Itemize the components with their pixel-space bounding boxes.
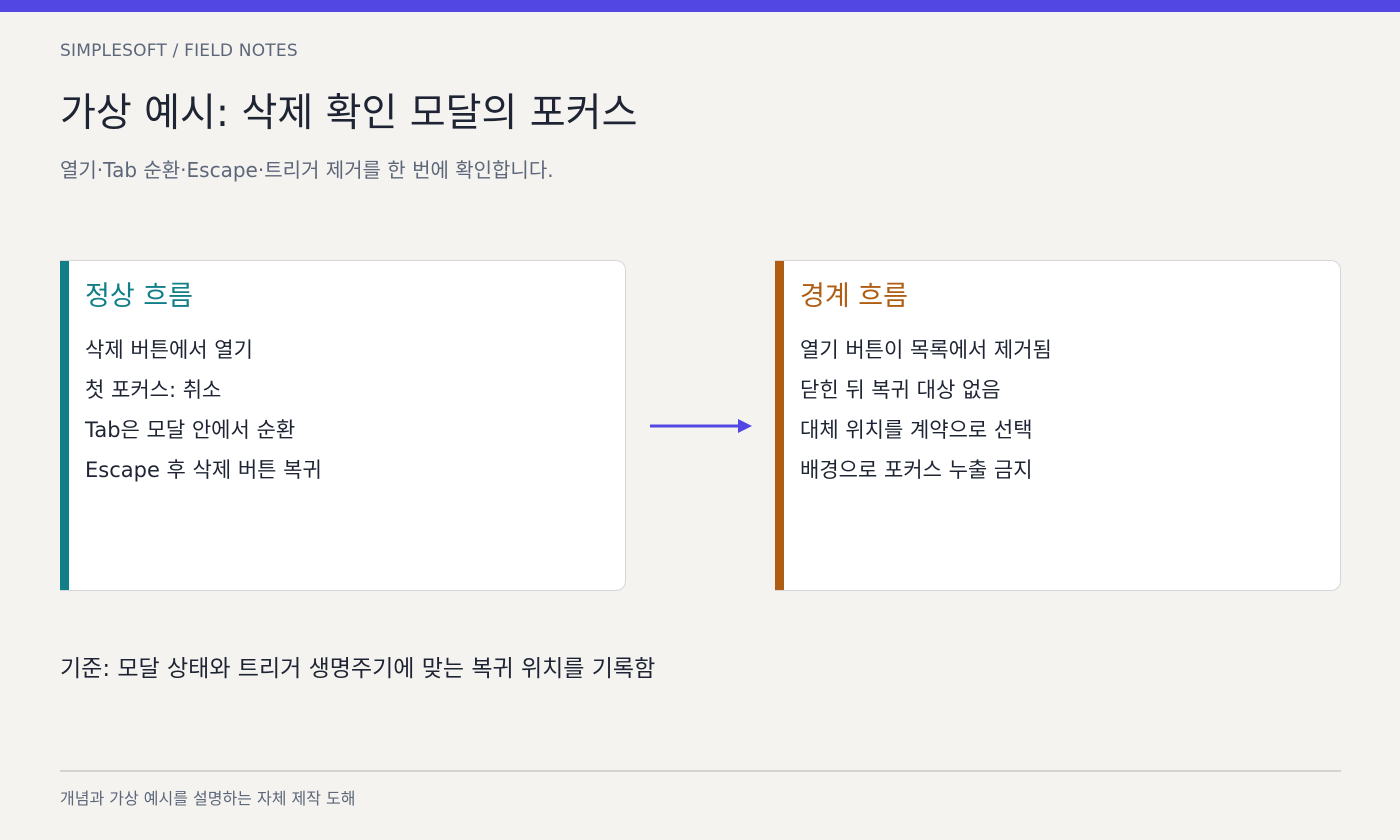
list-item: Tab은 모달 안에서 순환 — [85, 418, 296, 442]
top-accent-bar — [0, 0, 1400, 12]
list-item: Escape 후 삭제 버튼 복귀 — [85, 458, 322, 482]
normal-flow-accent-stripe — [60, 261, 69, 590]
list-item: 첫 포커스: 취소 — [85, 378, 222, 402]
criterion-statement: 기준: 모달 상태와 트리거 생명주기에 맞는 복귀 위치를 기록함 — [60, 656, 656, 682]
list-item: 열기 버튼이 목록에서 제거됨 — [800, 338, 1052, 362]
normal-flow-title: 정상 흐름 — [85, 281, 193, 312]
edge-flow-title: 경계 흐름 — [800, 281, 908, 312]
list-item: 닫힌 뒤 복귀 대상 없음 — [800, 378, 1001, 402]
breadcrumb: SIMPLESOFT / FIELD NOTES — [60, 41, 298, 61]
list-item: 삭제 버튼에서 열기 — [85, 338, 253, 362]
arrow-right-icon — [650, 419, 752, 433]
list-item: 대체 위치를 계약으로 선택 — [800, 418, 1033, 442]
page-title: 가상 예시: 삭제 확인 모달의 포커스 — [60, 91, 638, 136]
normal-flow-card: 정상 흐름 삭제 버튼에서 열기 첫 포커스: 취소 Tab은 모달 안에서 순… — [60, 260, 626, 591]
page-subtitle: 열기·Tab 순환·Escape·트리거 제거를 한 번에 확인합니다. — [60, 158, 554, 182]
edge-flow-card: 경계 흐름 열기 버튼이 목록에서 제거됨 닫힌 뒤 복귀 대상 없음 대체 위… — [775, 260, 1341, 591]
edge-flow-accent-stripe — [775, 261, 784, 590]
normal-flow-list: 삭제 버튼에서 열기 첫 포커스: 취소 Tab은 모달 안에서 순환 Esca… — [85, 330, 322, 490]
list-item: 배경으로 포커스 누출 금지 — [800, 458, 1033, 482]
footer-divider — [60, 770, 1341, 772]
footer-note: 개념과 가상 예시를 설명하는 자체 제작 도해 — [60, 789, 356, 808]
edge-flow-list: 열기 버튼이 목록에서 제거됨 닫힌 뒤 복귀 대상 없음 대체 위치를 계약으… — [800, 330, 1052, 490]
arrow-head — [738, 419, 752, 433]
